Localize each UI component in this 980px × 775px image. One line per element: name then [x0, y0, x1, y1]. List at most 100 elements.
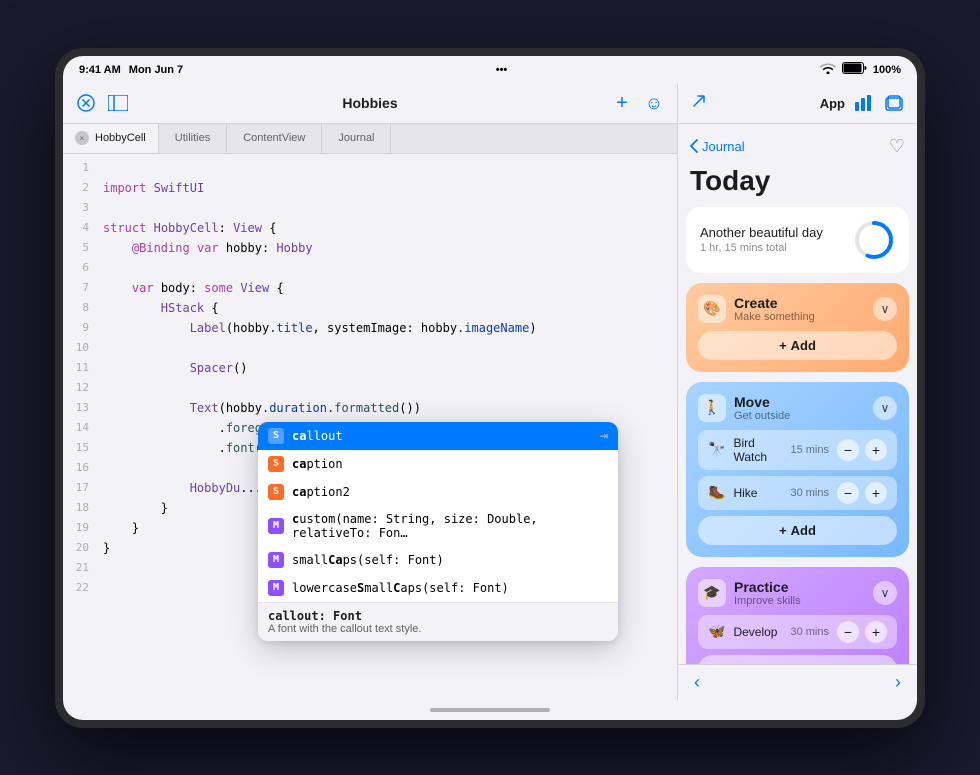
back-destination-icon[interactable] — [690, 92, 708, 115]
close-button[interactable] — [75, 92, 97, 114]
practice-chevron-button[interactable]: ∨ — [873, 581, 897, 605]
hike-icon: 🥾 — [708, 484, 725, 501]
journal-back-button[interactable]: Journal — [690, 139, 745, 154]
practice-add-button[interactable]: + Add — [698, 655, 897, 664]
badge-s-caption: S — [268, 456, 284, 472]
status-date: Mon Jun 7 — [129, 64, 183, 76]
practice-name: Practice — [734, 579, 801, 595]
tab-utilities[interactable]: Utilities — [159, 124, 227, 153]
badge-m-lowercase: M — [268, 580, 284, 596]
autocomplete-footer: callout: Font A font with the callout te… — [258, 602, 618, 641]
square-stack-icon[interactable] — [883, 92, 905, 114]
app-preview[interactable]: Journal ♡ Today Another beautiful day 1 … — [678, 124, 917, 664]
autocomplete-text-smallcaps: smallCaps(self: Font) — [292, 553, 608, 567]
develop-name: Develop — [733, 625, 790, 639]
tab-label-hobbycell: HobbyCell — [95, 132, 146, 144]
status-bar: 9:41 AM Mon Jun 7 ••• 100% — [63, 56, 917, 84]
create-chevron-button[interactable]: ∨ — [873, 297, 897, 321]
progress-card: Another beautiful day 1 hr, 15 mins tota… — [686, 207, 909, 273]
develop-stepper: − + — [837, 621, 887, 643]
nav-prev-button[interactable]: ‹ — [686, 668, 708, 697]
home-indicator — [63, 700, 917, 720]
category-card-move: 🚶 Move Get outside ∨ 🔭 Bird Watch 15 min… — [686, 382, 909, 557]
move-add-button[interactable]: + Add — [698, 516, 897, 545]
autocomplete-text-lowercase: lowercaseSmallCaps(self: Font) — [292, 581, 608, 595]
tab-label-utilities: Utilities — [175, 132, 210, 144]
move-icon: 🚶 — [698, 394, 726, 422]
autocomplete-footer-desc: A font with the callout text style. — [268, 623, 608, 635]
main-content: Hobbies + ☺ × HobbyCell Utilities Conten… — [63, 84, 917, 700]
create-add-plus: + — [779, 338, 787, 353]
birdwatch-stepper: − + — [837, 439, 887, 461]
code-panel: Hobbies + ☺ × HobbyCell Utilities Conten… — [63, 84, 678, 700]
autocomplete-text-custom: custom(name: String, size: Double, relat… — [292, 512, 608, 540]
nav-next-button[interactable]: › — [887, 668, 909, 697]
birdwatch-name: Bird Watch — [733, 436, 790, 464]
app-label: App — [820, 96, 845, 111]
autocomplete-item-callout[interactable]: S callout ⇥ — [258, 422, 618, 450]
right-panel: App — [678, 84, 917, 700]
practice-icon: 🎓 — [698, 579, 726, 607]
activity-birdwatch: 🔭 Bird Watch 15 mins − + — [698, 430, 897, 470]
code-area[interactable]: 1 2 3 4 5 6 7 8 9 10 11 12 13 14 — [63, 154, 677, 700]
file-tabs: × HobbyCell Utilities ContentView Journa… — [63, 124, 677, 154]
move-add-plus: + — [779, 523, 787, 538]
line-numbers: 1 2 3 4 5 6 7 8 9 10 11 12 13 14 — [63, 158, 95, 598]
journal-back-label: Journal — [702, 139, 745, 154]
status-time: 9:41 AM — [79, 64, 121, 76]
tab-label-contentview: ContentView — [243, 132, 305, 144]
category-card-create: 🎨 Create Make something ∨ + Add — [686, 283, 909, 372]
hike-time: 30 mins — [790, 487, 829, 499]
progress-subtitle: 1 hr, 15 mins total — [700, 242, 823, 254]
autocomplete-text-callout: callout — [292, 429, 592, 443]
tab-hobbycell[interactable]: × HobbyCell — [63, 124, 159, 153]
develop-minus-button[interactable]: − — [837, 621, 859, 643]
autocomplete-footer-title: callout: Font — [268, 609, 608, 623]
heart-icon[interactable]: ♡ — [889, 136, 905, 157]
home-bar — [430, 708, 550, 712]
ipad-frame: 9:41 AM Mon Jun 7 ••• 100% — [55, 48, 925, 728]
activity-hike: 🥾 Hike 30 mins − + — [698, 476, 897, 510]
create-name: Create — [734, 295, 815, 311]
birdwatch-icon: 🔭 — [708, 441, 725, 458]
badge-m-smallcaps: M — [268, 552, 284, 568]
autocomplete-item-custom[interactable]: M custom(name: String, size: Double, rel… — [258, 506, 618, 546]
add-file-button[interactable]: + — [611, 92, 633, 114]
badge-m-custom: M — [268, 518, 284, 534]
develop-icon: 🦋 — [708, 623, 725, 640]
journal-nav: Journal ♡ — [686, 132, 909, 165]
create-add-label: Add — [791, 338, 816, 353]
autocomplete-item-smallcaps[interactable]: M smallCaps(self: Font) — [258, 546, 618, 574]
autocomplete-item-caption[interactable]: S caption — [258, 450, 618, 478]
move-chevron-button[interactable]: ∨ — [873, 396, 897, 420]
chart-bar-icon[interactable] — [853, 92, 875, 114]
sidebar-toggle-button[interactable] — [107, 92, 129, 114]
ellipsis-icon: ••• — [496, 64, 508, 76]
autocomplete-item-lowercase[interactable]: M lowercaseSmallCaps(self: Font) — [258, 574, 618, 602]
badge-s-caption2: S — [268, 484, 284, 500]
autocomplete-text-caption: caption — [292, 457, 608, 471]
autocomplete-text-caption2: caption2 — [292, 485, 608, 499]
right-toolbar: App — [678, 84, 917, 124]
birdwatch-plus-button[interactable]: + — [865, 439, 887, 461]
smiley-button[interactable]: ☺ — [643, 92, 665, 114]
create-add-button[interactable]: + Add — [698, 331, 897, 360]
develop-plus-button[interactable]: + — [865, 621, 887, 643]
hike-minus-button[interactable]: − — [837, 482, 859, 504]
tab-close-icon[interactable]: × — [75, 131, 89, 145]
today-title: Today — [686, 165, 909, 207]
create-sub: Make something — [734, 311, 815, 323]
progress-ring — [853, 219, 895, 261]
tab-journal[interactable]: Journal — [322, 124, 391, 153]
autocomplete-arrow-callout: ⇥ — [600, 428, 608, 444]
hike-plus-button[interactable]: + — [865, 482, 887, 504]
autocomplete-item-caption2[interactable]: S caption2 — [258, 478, 618, 506]
progress-title: Another beautiful day — [700, 225, 823, 240]
nav-arrows: ‹ › — [678, 664, 917, 700]
birdwatch-minus-button[interactable]: − — [837, 439, 859, 461]
move-add-label: Add — [791, 523, 816, 538]
tab-contentview[interactable]: ContentView — [227, 124, 322, 153]
autocomplete-dropdown[interactable]: S callout ⇥ S caption S caption2 M cus — [258, 422, 618, 641]
move-sub: Get outside — [734, 410, 790, 422]
create-icon: 🎨 — [698, 295, 726, 323]
